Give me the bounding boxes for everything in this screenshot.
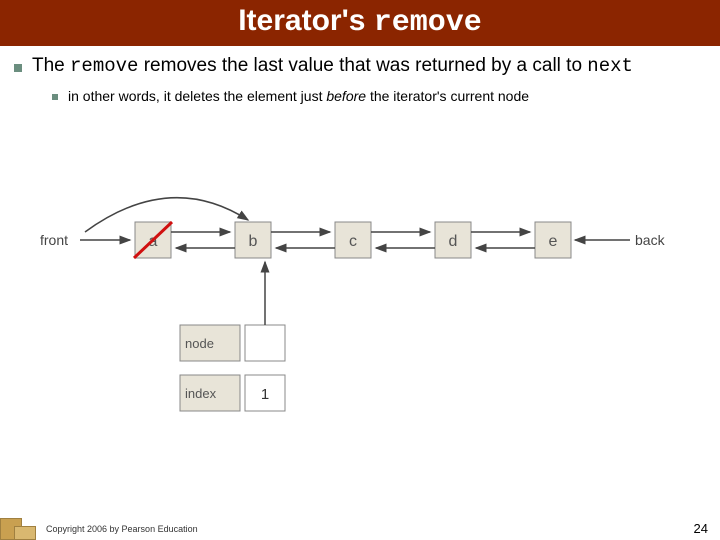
node-b: b [235, 222, 271, 258]
text-fragment: The [32, 55, 70, 76]
node-d: d [435, 222, 471, 258]
main-bullet: The remove removes the last value that w… [14, 54, 706, 79]
bullet-icon [14, 64, 22, 72]
main-bullet-text: The remove removes the last value that w… [32, 54, 633, 79]
slide-body: The remove removes the last value that w… [0, 46, 720, 105]
sub-bullet: in other words, it deletes the element j… [52, 87, 706, 105]
svg-text:b: b [249, 233, 258, 250]
svg-text:1: 1 [261, 386, 269, 403]
code-fragment: next [587, 55, 633, 77]
front-label: front [40, 232, 68, 248]
corner-decoration [0, 514, 42, 540]
svg-text:c: c [349, 233, 357, 250]
svg-text:e: e [549, 233, 558, 250]
copyright-footer: Copyright 2006 by Pearson Education [46, 524, 198, 534]
bullet-icon [52, 94, 58, 100]
sub-bullet-text: in other words, it deletes the element j… [68, 87, 529, 105]
node-c: c [335, 222, 371, 258]
iterator-index-box: index 1 [180, 375, 285, 411]
title-text-pre: Iterator's [238, 4, 374, 37]
emphasis-fragment: before [326, 88, 366, 104]
svg-text:node: node [185, 336, 214, 351]
linked-list-diagram: front a b c d e back node [30, 190, 690, 460]
title-code: remove [374, 6, 482, 40]
svg-text:d: d [449, 233, 458, 250]
node-e: e [535, 222, 571, 258]
text-fragment: in other words, it deletes the element j… [68, 88, 326, 104]
iterator-node-box: node [180, 262, 285, 361]
svg-text:index: index [185, 386, 217, 401]
code-fragment: remove [70, 55, 138, 77]
slide-title: Iterator's remove [0, 0, 720, 46]
page-number: 24 [694, 521, 708, 536]
text-fragment: removes the last value that was returned… [138, 55, 587, 76]
text-fragment: the iterator's current node [366, 88, 529, 104]
back-label: back [635, 232, 666, 248]
